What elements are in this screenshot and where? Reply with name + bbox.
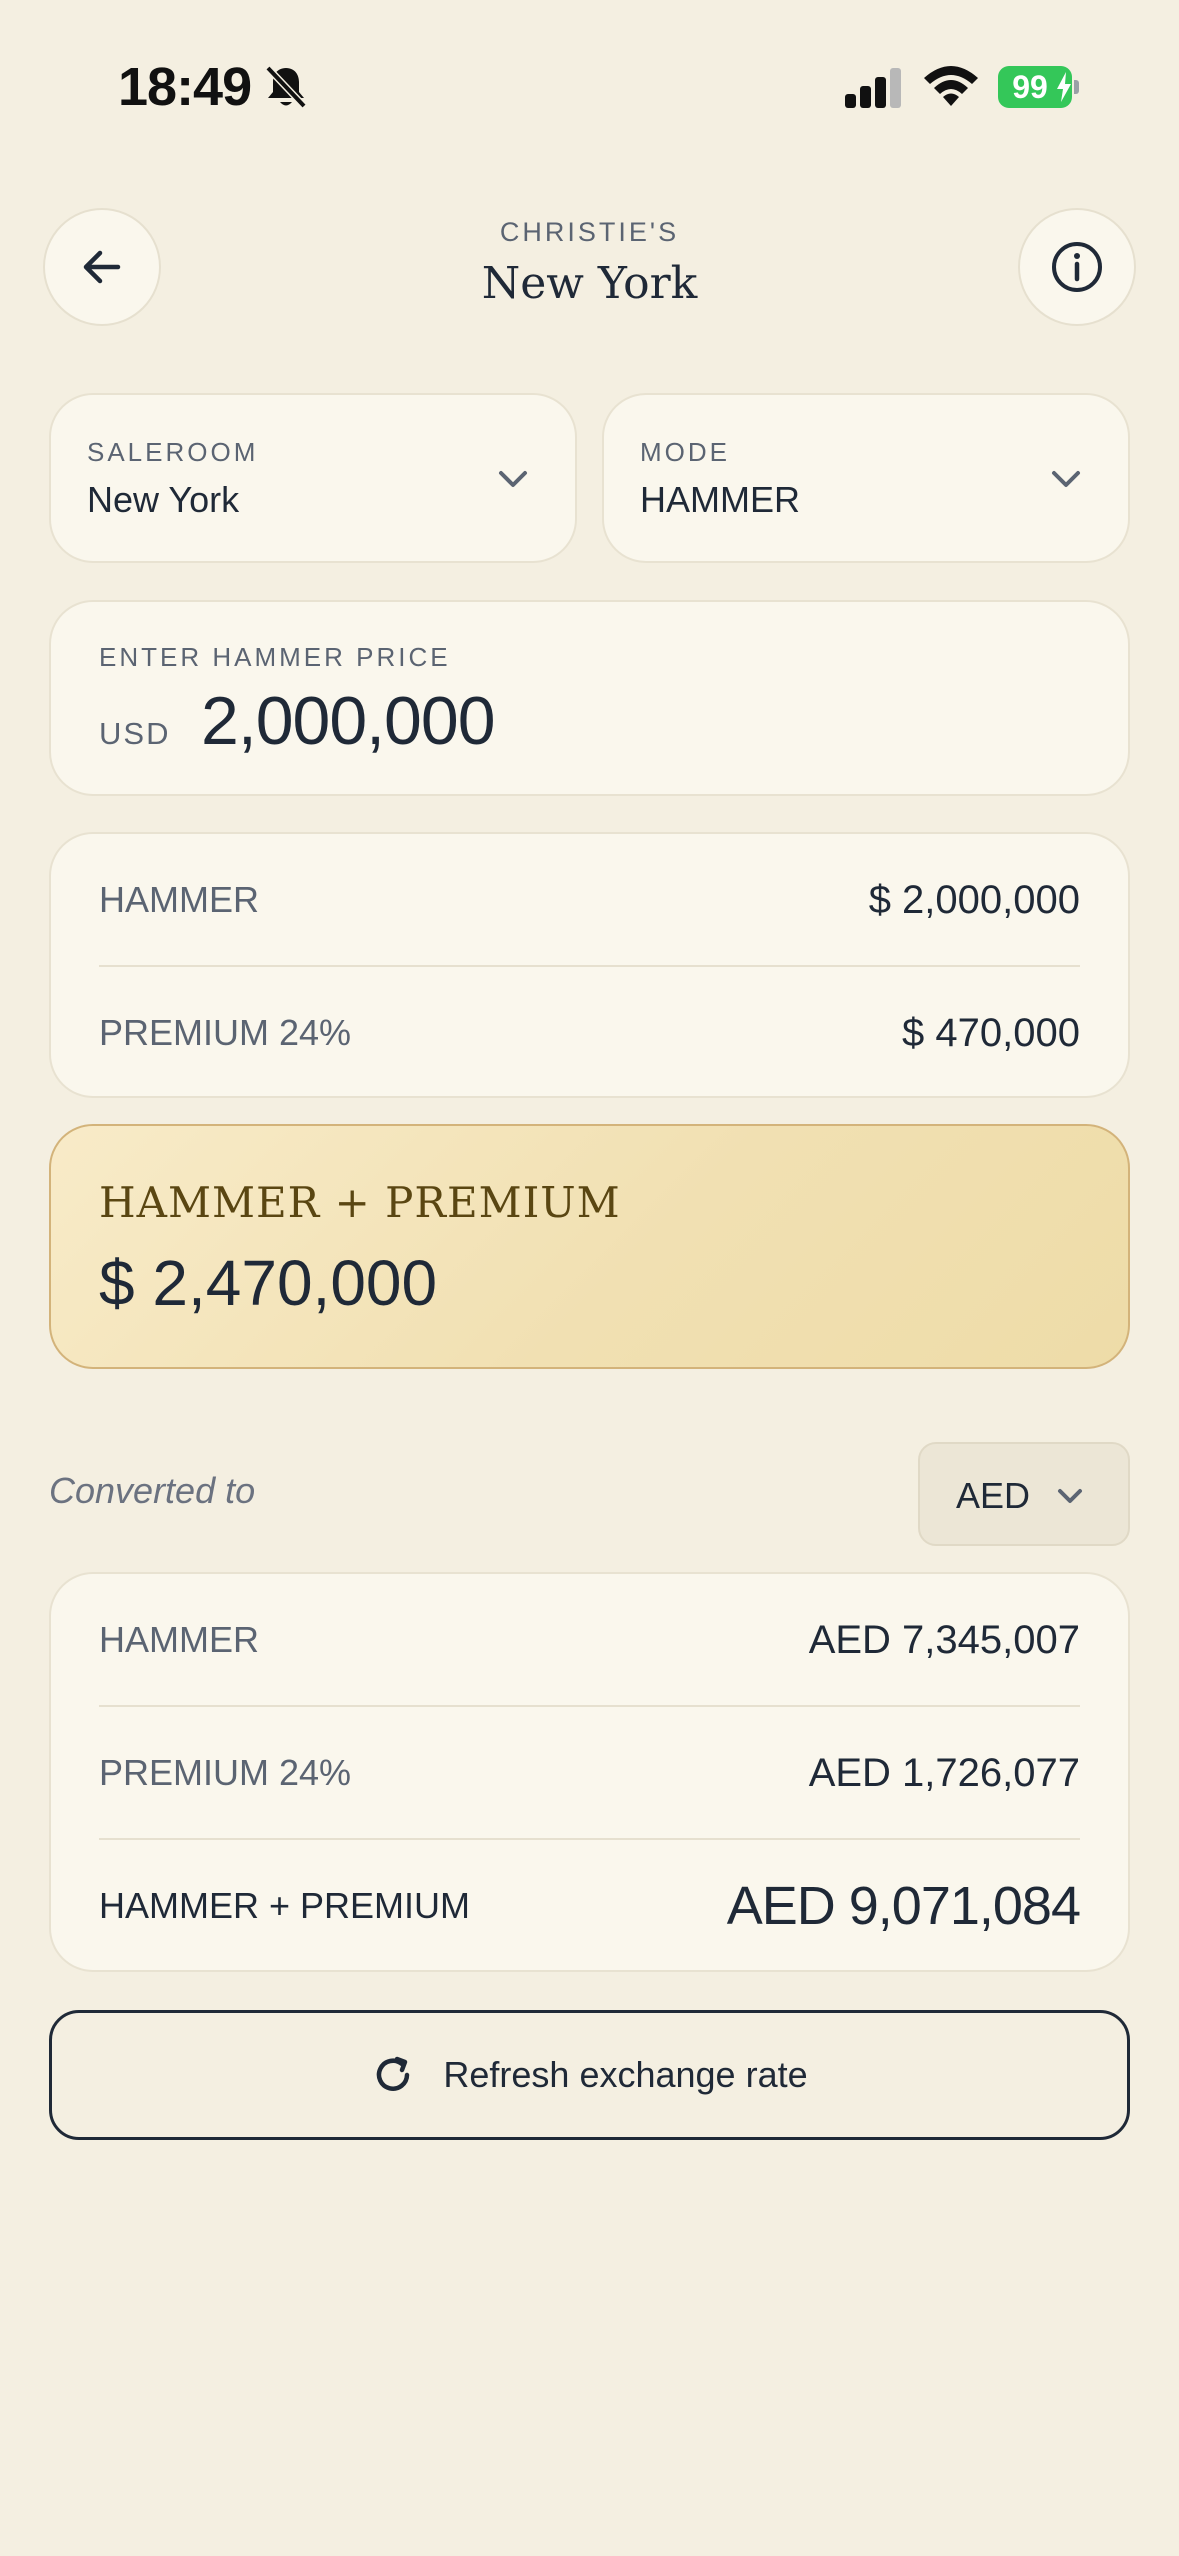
battery-indicator: 99 <box>998 66 1079 108</box>
saleroom-select[interactable]: SALEROOM New York <box>49 393 577 563</box>
bell-muted-icon <box>265 65 307 109</box>
premium-value: $ 470,000 <box>902 1010 1080 1055</box>
premium-label: PREMIUM 24% <box>99 1012 352 1053</box>
saleroom-label: SALEROOM <box>87 437 259 467</box>
mode-value: HAMMER <box>640 479 800 520</box>
refresh-button-label: Refresh exchange rate <box>443 2054 808 2095</box>
refresh-exchange-rate-button[interactable]: Refresh exchange rate <box>49 2010 1130 2140</box>
hammer-price-value[interactable]: 2,000,000 <box>201 682 496 760</box>
target-currency-value: AED <box>956 1475 1031 1516</box>
wifi-icon <box>924 66 978 106</box>
converted-breakdown-card: HAMMER AED 7,345,007 PREMIUM 24% AED 1,7… <box>49 1572 1130 1972</box>
premium-row: PREMIUM 24% $ 470,000 <box>99 967 1080 1099</box>
total-value: $ 2,470,000 <box>99 1247 438 1319</box>
page-title: New York <box>481 258 698 309</box>
converted-to-label: Converted to <box>49 1470 256 1511</box>
converted-hammer-row: HAMMER AED 7,345,007 <box>99 1574 1080 1706</box>
converted-premium-value: AED 1,726,077 <box>808 1750 1080 1795</box>
converted-total-row: HAMMER + PREMIUM AED 9,071,084 <box>99 1840 1081 1972</box>
price-breakdown-card: HAMMER $ 2,000,000 PREMIUM 24% $ 470,000 <box>49 832 1130 1098</box>
battery-tip <box>1074 80 1079 94</box>
total-label: HAMMER + PREMIUM <box>99 1178 621 1227</box>
chevron-down-icon <box>1058 1489 1082 1503</box>
mode-label: MODE <box>640 437 730 467</box>
converted-premium-label: PREMIUM 24% <box>99 1752 352 1793</box>
converted-hammer-label: HAMMER <box>99 1619 259 1660</box>
cellular-signal-icon <box>845 68 901 108</box>
input-currency: USD <box>99 716 171 751</box>
info-icon <box>1052 242 1102 292</box>
chevron-down-icon <box>499 471 527 487</box>
chevron-down-icon <box>1052 471 1080 487</box>
info-button[interactable] <box>1018 208 1136 326</box>
status-time: 18:49 <box>118 57 252 117</box>
hammer-value: $ 2,000,000 <box>868 877 1080 922</box>
auction-house-name: CHRISTIE'S <box>499 217 680 247</box>
converted-total-label: HAMMER + PREMIUM <box>99 1885 471 1926</box>
hammer-price-label: ENTER HAMMER PRICE <box>99 642 451 672</box>
hammer-label: HAMMER <box>99 879 259 920</box>
target-currency-select[interactable]: AED <box>918 1442 1130 1546</box>
charging-bolt-icon <box>1057 72 1071 102</box>
refresh-icon <box>377 2056 410 2091</box>
total-card: HAMMER + PREMIUM $ 2,470,000 <box>49 1124 1130 1369</box>
saleroom-value: New York <box>87 479 240 520</box>
status-bar: 18:49 99 <box>0 0 1179 175</box>
hammer-price-input[interactable]: ENTER HAMMER PRICE USD 2,000,000 <box>49 600 1130 796</box>
hammer-row: HAMMER $ 2,000,000 <box>99 834 1080 966</box>
mode-select[interactable]: MODE HAMMER <box>602 393 1130 563</box>
battery-percent: 99 <box>1012 68 1048 105</box>
converted-premium-row: PREMIUM 24% AED 1,726,077 <box>99 1707 1080 1839</box>
auction-calculator-screen: 18:49 99 CHRISTIE'S New York SALEROOM Ne… <box>0 0 1179 2556</box>
converted-total-value: AED 9,071,084 <box>726 1876 1081 1936</box>
converted-hammer-value: AED 7,345,007 <box>808 1617 1080 1662</box>
